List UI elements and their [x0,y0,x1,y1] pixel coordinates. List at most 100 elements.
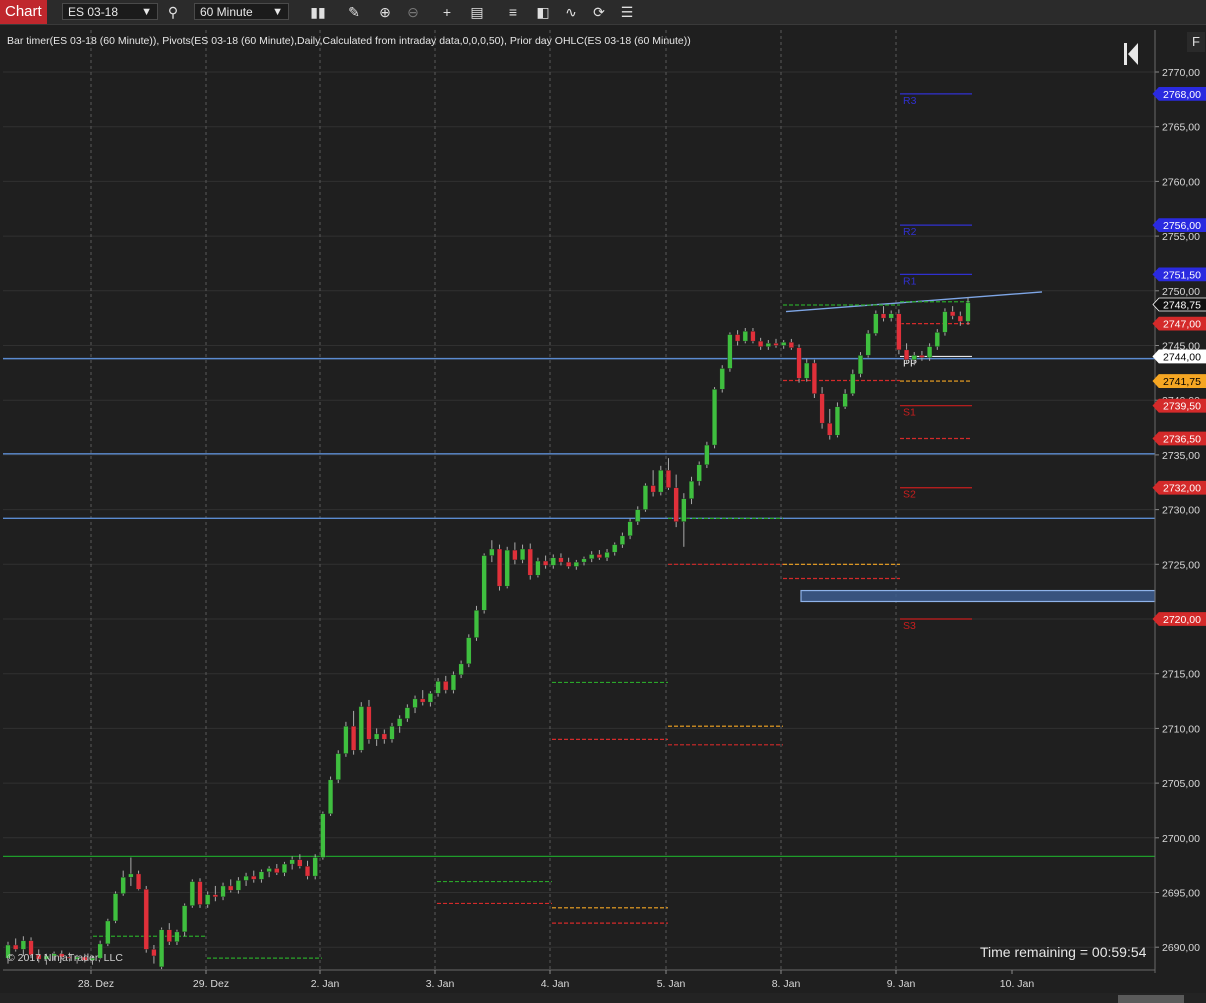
y-tick-label: 2760,00 [1162,176,1200,188]
y-tick-label: 2735,00 [1162,450,1200,462]
candle-body [911,355,917,360]
candle-body [481,555,487,611]
candle-body [604,552,610,558]
candle-body [189,881,195,906]
pivot-label: R1 [903,275,917,287]
scroll-to-start-icon[interactable] [1120,40,1142,68]
horizontal-scrollbar[interactable] [0,993,1206,1003]
candle-body [251,875,257,880]
candle-body [397,718,403,727]
candle-body [811,362,817,394]
candle-body [174,931,180,942]
drawing-pencil-icon[interactable]: ✎ [343,2,365,22]
candle-body [297,859,303,867]
candle-body [243,875,249,881]
candle-body [758,340,764,347]
candle-body [473,610,480,638]
candle-body [550,557,556,566]
candle-body [558,557,564,563]
candle-body [880,313,887,319]
price-marker-label: 2741,75 [1163,376,1201,388]
properties-icon[interactable]: ▤ [466,2,488,22]
candle-body [435,681,441,694]
candle-body [727,334,733,369]
candle-body [13,944,19,950]
candle-body [873,313,879,334]
x-tick-label: 5. Jan [657,978,686,990]
candle-body [573,561,579,567]
y-tick-label: 2710,00 [1162,723,1200,735]
candle-body [358,706,364,751]
y-tick-label: 2730,00 [1162,505,1200,517]
x-tick-label: 4. Jan [541,978,570,990]
candle-body [658,470,664,493]
instrument-selector[interactable]: ES 03-18 ▼ [62,3,158,20]
candle-body [135,873,142,890]
candle-body [735,334,741,342]
candle-body [205,894,211,905]
instrument-label: ES 03-18 [68,5,119,19]
candle-body [420,698,426,703]
candle-body [258,871,265,880]
search-icon[interactable]: ⚲ [162,2,184,22]
candle-body [934,332,940,347]
candle-body [827,422,833,436]
strategies-icon[interactable]: ∿ [560,2,582,22]
candle-body [903,349,910,360]
pivot-label: S3 [903,620,916,632]
candle-body [804,362,810,379]
candle-body [320,813,326,858]
candle-body [182,905,188,933]
price-marker-label: 2747,00 [1163,319,1201,331]
refresh-icon[interactable]: ⟳ [588,2,610,22]
candle-body [750,331,756,342]
candle-body [842,393,848,407]
candle-body [228,885,234,891]
candle-body [366,706,372,740]
candle-body [627,521,633,537]
chart-tab[interactable]: Chart [0,0,47,24]
candle-body [466,637,472,665]
scrollbar-thumb[interactable] [1118,995,1184,1003]
candle-body [143,889,149,950]
interval-label: 60 Minute [200,5,253,19]
candle-body [197,881,203,905]
x-tick-label: 9. Jan [887,978,916,990]
candle-body [596,554,602,558]
templates-icon[interactable]: ◧ [532,2,554,22]
candle-body [427,693,433,703]
candle-body [765,343,771,347]
bar-type-icon[interactable]: ▮▮ [307,2,329,22]
interval-selector[interactable]: 60 Minute ▼ [194,3,289,20]
pivot-label: R3 [903,95,917,107]
candle-body [950,311,956,317]
candle-body [543,560,549,566]
data-list-icon[interactable]: ☰ [616,2,638,22]
f-button[interactable]: F [1187,32,1205,52]
candle-body [850,373,856,394]
zoom-out-icon[interactable]: ⊖ [402,2,424,22]
candle-body [965,302,971,322]
candle-body [888,313,894,319]
candle-body [166,929,172,942]
zoom-in-icon[interactable]: ⊕ [374,2,396,22]
candle-body [919,355,925,358]
price-marker-label: 2732,00 [1163,483,1201,495]
y-tick-label: 2705,00 [1162,778,1200,790]
y-tick-label: 2755,00 [1162,231,1200,243]
x-tick-label: 29. Dez [193,978,229,990]
indicator-header: Bar timer(ES 03-18 (60 Minute)), Pivots(… [7,35,691,47]
chart-trader-icon[interactable]: ≡ [502,2,524,22]
candle-body [519,548,526,561]
crosshair-icon[interactable]: + [436,2,458,22]
y-tick-label: 2695,00 [1162,888,1200,900]
time-remaining: Time remaining = 00:59:54 [980,944,1147,960]
candle-body [781,342,787,346]
candle-body [20,940,26,950]
x-tick-label: 2. Jan [311,978,340,990]
price-chart[interactable]: R3R2R1PPS1S2S3 2770,002765,002760,002755… [0,25,1206,1003]
chart-toolbar: Chart ES 03-18 ▼ ⚲ 60 Minute ▼ ▮▮ ✎ ⊕ ⊖ … [0,0,1206,25]
candle-body [512,549,518,561]
price-marker-label: 2739,50 [1163,401,1201,413]
candle-body [450,674,457,691]
